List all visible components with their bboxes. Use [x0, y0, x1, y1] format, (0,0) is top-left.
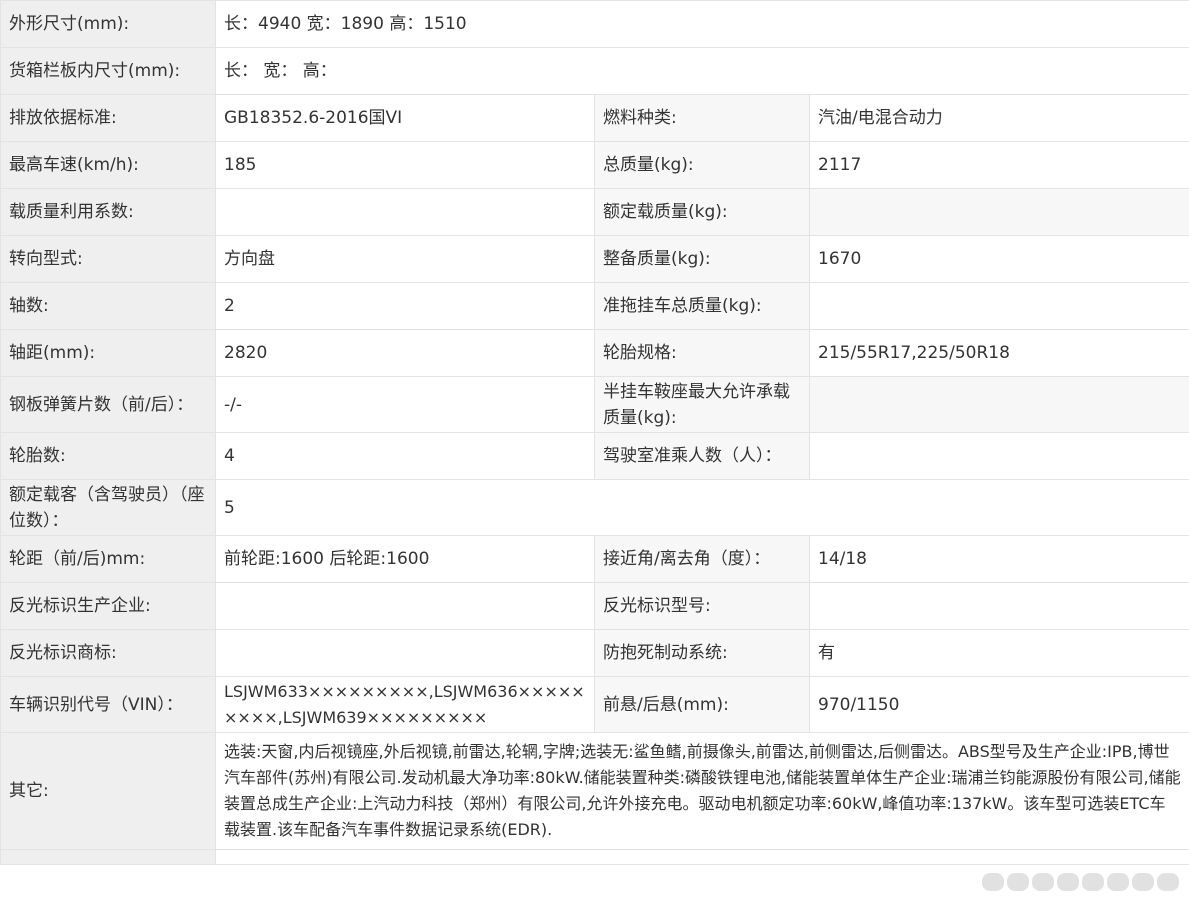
- value-curb-mass: 1670: [808, 235, 1189, 283]
- label-springs: 钢板弹簧片数（前/后）：: [0, 376, 216, 433]
- value-load-coef: [215, 188, 595, 236]
- value-tire-count: 4: [215, 432, 595, 480]
- label-overhang: 前悬/后悬(mm):: [594, 676, 810, 733]
- label-emission: 排放依据标准:: [0, 94, 216, 142]
- label-cab-capacity: 驾驶室准乘人数（人）：: [594, 432, 810, 480]
- label-seats: 额定载客（含驾驶员）（座位数）：: [0, 479, 216, 536]
- label-steering: 转向型式:: [0, 235, 216, 283]
- label-rated-load: 额定载质量(kg):: [594, 188, 810, 236]
- label-axles: 轴数:: [0, 282, 216, 330]
- value-track: 前轮距:1600 后轮距:1600: [215, 535, 595, 583]
- row-reflector-brand: 反光标识商标: 防抱死制动系统: 有: [0, 629, 1189, 677]
- label-vin: 车辆识别代号（VIN）：: [0, 676, 216, 733]
- vehicle-spec-table: 外形尺寸(mm): 长：4940 宽：1890 高：1510 货箱栏板内尺寸(m…: [0, 0, 1189, 865]
- row-emission: 排放依据标准: GB18352.6-2016国VI 燃料种类: 汽油/电混合动力: [0, 94, 1189, 142]
- label-reflector-model: 反光标识型号:: [594, 582, 810, 630]
- label-abs: 防抱死制动系统:: [594, 629, 810, 677]
- label-tire-count: 轮胎数:: [0, 432, 216, 480]
- row-tires: 轮胎数: 4 驾驶室准乘人数（人）：: [0, 432, 1189, 480]
- label-wheelbase: 轴距(mm):: [0, 329, 216, 377]
- row-other: 其它: 选装:天窗,内后视镜座,外后视镜,前雷达,轮辋,字牌;选装无:鲨鱼鳍,前…: [0, 732, 1189, 850]
- value-saddle-load: [808, 376, 1189, 433]
- label-fuel: 燃料种类:: [594, 94, 810, 142]
- row-dimensions: 外形尺寸(mm): 长：4940 宽：1890 高：1510: [0, 0, 1189, 48]
- value-axles: 2: [215, 282, 595, 330]
- value-springs: -/-: [215, 376, 595, 433]
- label-tire-spec: 轮胎规格:: [594, 329, 810, 377]
- value-wheelbase: 2820: [215, 329, 595, 377]
- label-dimensions: 外形尺寸(mm):: [0, 0, 216, 48]
- value-cab-capacity: [808, 432, 1189, 480]
- row-wheelbase: 轴距(mm): 2820 轮胎规格: 215/55R17,225/50R18: [0, 329, 1189, 377]
- label-reflector-brand: 反光标识商标:: [0, 629, 216, 677]
- value-reflector-brand: [215, 629, 595, 677]
- label-saddle-load: 半挂车鞍座最大允许承载质量(kg):: [594, 376, 810, 433]
- value-reflector-maker: [215, 582, 595, 630]
- row-steering: 转向型式: 方向盘 整备质量(kg): 1670: [0, 235, 1189, 283]
- row-cargo-dims: 货箱栏板内尺寸(mm): 长： 宽： 高：: [0, 47, 1189, 95]
- row-load-coef: 载质量利用系数: 额定载质量(kg):: [0, 188, 1189, 236]
- label-approach-angle: 接近角/离去角（度）：: [594, 535, 810, 583]
- value-steering: 方向盘: [215, 235, 595, 283]
- row-springs: 钢板弹簧片数（前/后）： -/- 半挂车鞍座最大允许承载质量(kg):: [0, 376, 1189, 433]
- value-total-mass: 2117: [808, 141, 1189, 189]
- label-max-speed: 最高车速(km/h):: [0, 141, 216, 189]
- value-vin: LSJWM633×××××××××,LSJWM636×××××××××,LSJW…: [215, 676, 595, 733]
- row-seats: 额定载客（含驾驶员）（座位数）： 5: [0, 479, 1189, 536]
- label-reflector-maker: 反光标识生产企业:: [0, 582, 216, 630]
- value-reflector-model: [808, 582, 1189, 630]
- value-approach-angle: 14/18: [808, 535, 1189, 583]
- row-speed: 最高车速(km/h): 185 总质量(kg): 2117: [0, 141, 1189, 189]
- value-max-speed: 185: [215, 141, 595, 189]
- watermark-dots: [979, 870, 1179, 894]
- value-seats: 5: [214, 479, 1189, 536]
- value-other: 选装:天窗,内后视镜座,外后视镜,前雷达,轮辋,字牌;选装无:鲨鱼鳍,前摄像头,…: [214, 732, 1189, 850]
- label-other: 其它:: [0, 732, 216, 850]
- row-trailing: [0, 849, 1189, 865]
- label-load-coef: 载质量利用系数:: [0, 188, 216, 236]
- label-trailer-mass: 准拖挂车总质量(kg):: [594, 282, 810, 330]
- value-cargo-dims: 长： 宽： 高：: [214, 47, 1189, 95]
- value-emission: GB18352.6-2016国VI: [215, 94, 595, 142]
- value-trailer-mass: [808, 282, 1189, 330]
- row-track: 轮距（前/后)mm: 前轮距:1600 后轮距:1600 接近角/离去角（度）：…: [0, 535, 1189, 583]
- value-dimensions: 长：4940 宽：1890 高：1510: [214, 0, 1189, 48]
- row-axles: 轴数: 2 准拖挂车总质量(kg):: [0, 282, 1189, 330]
- value-rated-load: [808, 188, 1189, 236]
- value-tire-spec: 215/55R17,225/50R18: [808, 329, 1189, 377]
- label-cargo-dims: 货箱栏板内尺寸(mm):: [0, 47, 216, 95]
- value-abs: 有: [808, 629, 1189, 677]
- label-total-mass: 总质量(kg):: [594, 141, 810, 189]
- value-overhang: 970/1150: [808, 676, 1189, 733]
- value-fuel: 汽油/电混合动力: [808, 94, 1189, 142]
- row-vin: 车辆识别代号（VIN）： LSJWM633×××××××××,LSJWM636×…: [0, 676, 1189, 733]
- label-track: 轮距（前/后)mm:: [0, 535, 216, 583]
- row-reflector: 反光标识生产企业: 反光标识型号:: [0, 582, 1189, 630]
- label-curb-mass: 整备质量(kg):: [594, 235, 810, 283]
